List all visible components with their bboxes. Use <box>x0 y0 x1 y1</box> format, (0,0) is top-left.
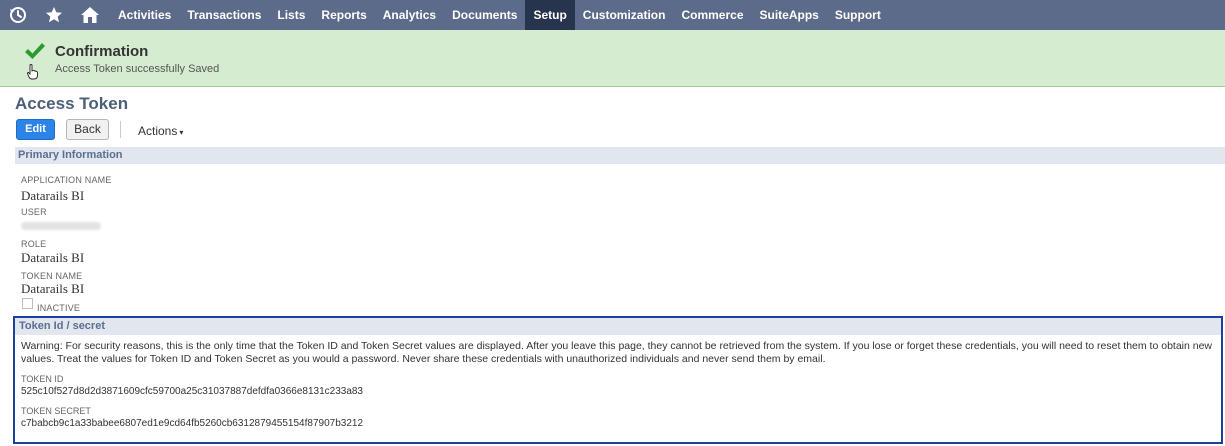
section-title: Primary Information <box>18 149 123 161</box>
confirmation-title: Confirmation <box>55 43 149 60</box>
nav-item-transactions[interactable]: Transactions <box>179 0 269 30</box>
checkmark-icon <box>24 41 46 66</box>
actions-menu[interactable]: Actions ▾ <box>138 124 183 138</box>
nav-item-customization[interactable]: Customization <box>575 0 674 30</box>
recent-icon[interactable] <box>0 0 36 30</box>
confirmation-message: Access Token successfully Saved <box>55 63 220 75</box>
edit-button[interactable]: Edit <box>16 119 55 140</box>
token-name-label: TOKEN NAME <box>21 271 83 281</box>
star-icon[interactable] <box>36 0 72 30</box>
role-label: ROLE <box>21 239 47 249</box>
user-label: USER <box>21 207 47 217</box>
application-name-label: APPLICATION NAME <box>21 175 112 185</box>
page-title: Access Token <box>15 94 129 113</box>
token-secret-value: c7babcb9c1a33babee6807ed1e9cd64fb5260cb6… <box>21 418 364 429</box>
redacted-user-value <box>21 222 101 230</box>
nav-item-support[interactable]: Support <box>827 0 889 30</box>
confirmation-banner: Confirmation Access Token successfully S… <box>0 30 1225 87</box>
inactive-checkbox <box>22 298 33 309</box>
nav-item-documents[interactable]: Documents <box>444 0 525 30</box>
nav-menu: Activities Transactions Lists Reports An… <box>110 0 889 30</box>
nav-item-suiteapps[interactable]: SuiteApps <box>752 0 827 30</box>
nav-item-analytics[interactable]: Analytics <box>375 0 444 30</box>
role-value[interactable]: Datarails BI <box>21 250 84 266</box>
token-secret-label: TOKEN SECRET <box>21 406 91 416</box>
section-title: Token Id / secret <box>19 320 105 332</box>
toolbar-divider <box>120 121 121 138</box>
token-secret-panel: Token Id / secret Warning: For security … <box>13 316 1223 444</box>
top-navigation: Activities Transactions Lists Reports An… <box>0 0 1225 30</box>
inactive-label: INACTIVE <box>37 303 81 313</box>
chevron-down-icon: ▾ <box>179 128 184 137</box>
back-button[interactable]: Back <box>66 119 109 140</box>
nav-item-lists[interactable]: Lists <box>269 0 313 30</box>
nav-item-activities[interactable]: Activities <box>110 0 179 30</box>
token-name-value: Datarails BI <box>21 281 85 296</box>
home-icon[interactable] <box>72 0 108 30</box>
primary-information-header: Primary Information <box>15 147 1225 164</box>
token-id-value: 525c10f527d8d2d3871609cfc59700a25c310378… <box>21 386 363 397</box>
application-name-value: Datarails BI <box>21 188 85 203</box>
hand-cursor-icon <box>27 64 39 85</box>
actions-label: Actions <box>138 124 178 138</box>
nav-item-setup[interactable]: Setup <box>525 0 575 30</box>
nav-item-reports[interactable]: Reports <box>313 0 374 30</box>
token-id-label: TOKEN ID <box>21 374 64 384</box>
nav-item-commerce[interactable]: Commerce <box>673 0 751 30</box>
token-secret-header: Token Id / secret <box>15 318 1221 335</box>
security-warning: Warning: For security reasons, this is t… <box>21 340 1213 365</box>
